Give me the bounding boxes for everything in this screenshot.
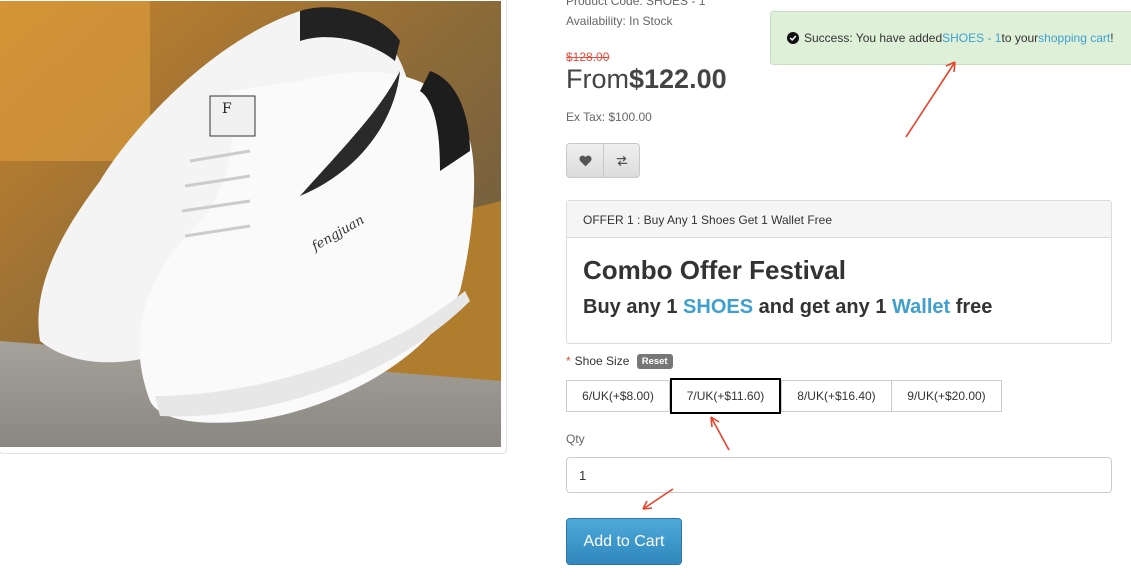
- offer-wallet-link[interactable]: Wallet: [892, 296, 950, 318]
- price-amount: $122.00: [629, 64, 727, 94]
- heart-icon: [578, 155, 592, 166]
- offer-sub-text-3: free: [950, 296, 993, 318]
- qty-label: Qty: [566, 432, 585, 446]
- ex-tax: Ex Tax: $100.00: [566, 110, 652, 124]
- offer-shoes-link[interactable]: SHOES: [683, 296, 753, 318]
- size-option-7uk[interactable]: 7/UK(+$11.60): [670, 378, 781, 414]
- exchange-icon: [616, 155, 627, 166]
- size-option-6uk[interactable]: 6/UK(+$8.00): [566, 380, 670, 412]
- product-code: Product Code: SHOES - 1: [566, 0, 706, 8]
- availability: Availability: In Stock: [566, 14, 673, 28]
- qty-input[interactable]: 1: [566, 457, 1112, 493]
- alert-prefix: Success: You have added: [804, 31, 943, 45]
- size-option-9uk[interactable]: 9/UK(+$20.00): [891, 380, 1002, 412]
- alert-suffix: !: [1110, 31, 1114, 45]
- product-actions: [566, 143, 640, 178]
- price: From$122.00: [566, 64, 727, 95]
- arrow-to-alert: [905, 61, 956, 138]
- offer-subtitle: Buy any 1 SHOES and get any 1 Wallet fre…: [583, 296, 992, 319]
- required-mark: *: [566, 354, 571, 368]
- alert-middle: to your: [1001, 31, 1039, 45]
- alert-cart-link[interactable]: shopping cart: [1038, 31, 1110, 45]
- shoe-size-text: Shoe Size: [574, 354, 630, 368]
- add-to-cart-button[interactable]: Add to Cart: [566, 518, 682, 565]
- offer-header: OFFER 1 : Buy Any 1 Shoes Get 1 Wallet F…: [567, 201, 1111, 238]
- offer-sub-text-1: Buy any 1: [583, 296, 684, 318]
- shoe-photo: F fengjuan: [0, 1, 501, 447]
- old-price: $128.00: [566, 50, 610, 64]
- product-image[interactable]: F fengjuan: [0, 1, 501, 447]
- offer-sub-text-2: and get any 1: [753, 296, 893, 318]
- offer-panel: OFFER 1 : Buy Any 1 Shoes Get 1 Wallet F…: [566, 200, 1112, 344]
- reset-button[interactable]: Reset: [636, 354, 673, 369]
- shoe-size-label: * Shoe Size Reset: [566, 354, 673, 369]
- compare-button[interactable]: [604, 143, 640, 178]
- svg-text:F: F: [222, 101, 232, 117]
- wishlist-button[interactable]: [566, 143, 604, 178]
- offer-title: Combo Offer Festival: [583, 255, 846, 285]
- price-prefix: From: [566, 64, 629, 94]
- arrow-to-size: [710, 416, 730, 451]
- alert-product-link[interactable]: SHOES - 1: [942, 31, 1001, 45]
- product-image-frame: F fengjuan: [0, 0, 507, 454]
- check-circle-icon: [787, 32, 799, 44]
- size-option-8uk[interactable]: 8/UK(+$16.40): [781, 380, 892, 412]
- success-alert: Success: You have added SHOES - 1 to you…: [770, 11, 1131, 65]
